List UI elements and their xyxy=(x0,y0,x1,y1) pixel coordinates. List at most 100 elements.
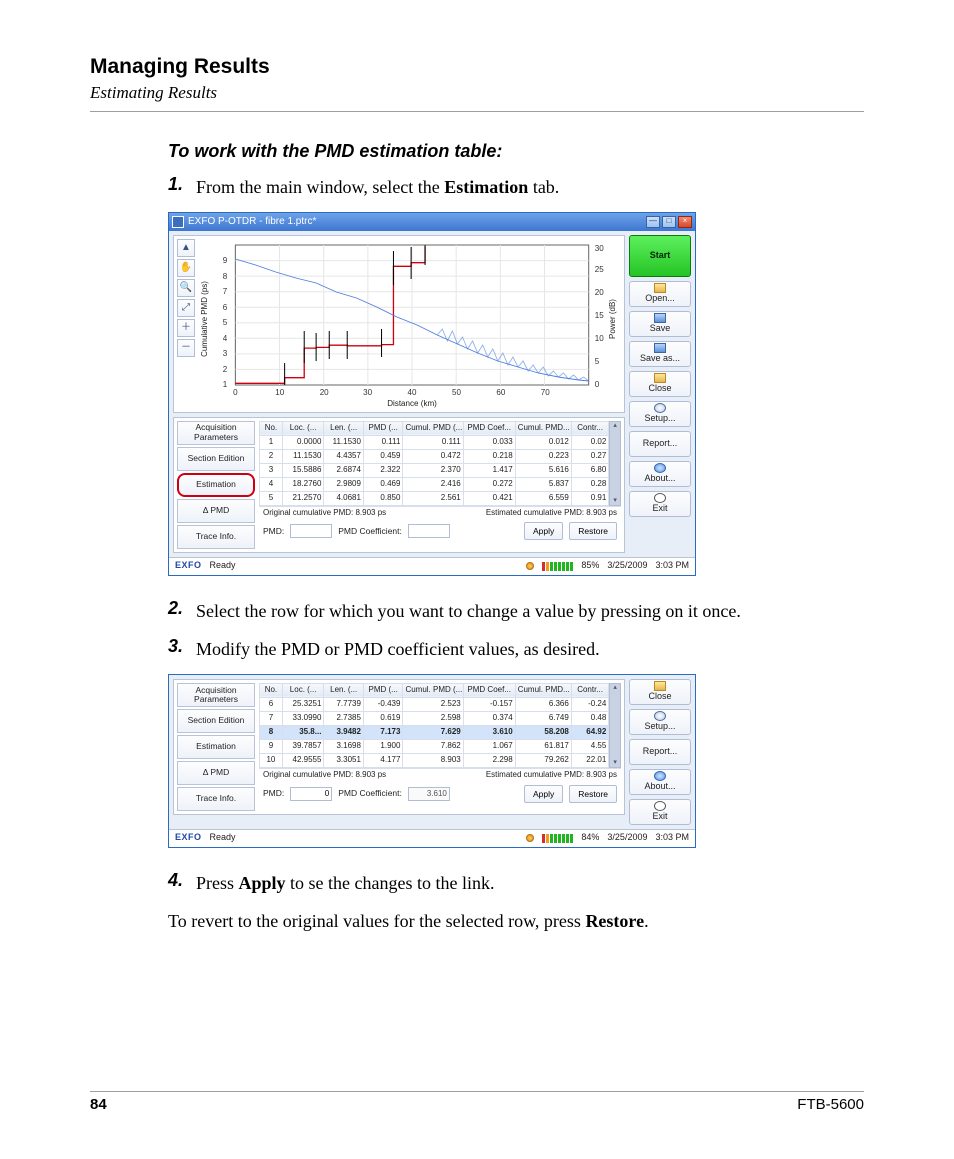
about-button[interactable]: About... xyxy=(629,461,691,487)
page-number: 84 xyxy=(90,1096,107,1113)
step-number: 4. xyxy=(168,870,196,896)
step-number: 3. xyxy=(168,636,196,662)
table-scrollbar[interactable]: ▴▾ xyxy=(609,421,621,506)
table-row[interactable]: 625.32517.7739-0.4392.523-0.1576.366-0.2… xyxy=(260,697,609,711)
disk-icon xyxy=(654,343,666,353)
hand-tool-icon[interactable]: ✋ xyxy=(177,259,195,277)
setup-button[interactable]: Setup... xyxy=(629,401,691,427)
pointer-tool-icon[interactable]: ▲ xyxy=(177,239,195,257)
table-row[interactable]: 10.000011.15300.1110.1110.0330.0120.02 xyxy=(260,435,609,449)
table-row[interactable]: 211.15304.43570.4590.4720.2180.2230.27 xyxy=(260,449,609,463)
tab-estimation[interactable]: Estimation xyxy=(177,735,255,759)
chart-pane: ▲ ✋ 🔍 ⤢ ＋ － xyxy=(173,235,625,413)
report-button[interactable]: Report... xyxy=(629,431,691,457)
restore-button[interactable]: Restore xyxy=(569,522,617,540)
network-icon xyxy=(526,562,534,570)
table-row[interactable]: 733.09902.73850.6192.5980.3746.7490.48 xyxy=(260,711,609,725)
step-number: 2. xyxy=(168,598,196,624)
pmd-input[interactable] xyxy=(290,524,332,538)
tab-section-edition[interactable]: Section Edition xyxy=(177,447,255,471)
status-date: 3/25/2009 xyxy=(607,833,647,843)
gear-icon xyxy=(654,403,666,413)
table-row[interactable]: 835.8...3.94827.1737.6293.61058.20864.92 xyxy=(260,725,609,739)
pmd-coef-input[interactable] xyxy=(408,787,450,801)
estimation-table[interactable]: No.Loc. (...Len. (...PMD (... Cumul. PMD… xyxy=(259,683,609,768)
svg-text:10: 10 xyxy=(595,334,605,343)
status-text: Ready xyxy=(210,561,236,571)
table-row[interactable]: 418.27602.98090.4692.4160.2725.8370.28 xyxy=(260,477,609,491)
status-bar: EXFO Ready 84% 3/25/2009 3:03 PM xyxy=(169,829,695,847)
tab-section-edition[interactable]: Section Edition xyxy=(177,709,255,733)
svg-text:70: 70 xyxy=(541,388,551,397)
disk-icon xyxy=(654,313,666,323)
svg-text:0: 0 xyxy=(233,388,238,397)
restore-button[interactable]: Restore xyxy=(569,785,617,803)
status-time: 3:03 PM xyxy=(655,561,689,571)
report-button[interactable]: Report... xyxy=(629,739,691,765)
about-button[interactable]: About... xyxy=(629,769,691,795)
table-row[interactable]: 939.78573.16981.9007.8621.06761.8174.55 xyxy=(260,739,609,753)
table-header-row: No.Loc. (...Len. (...PMD (... Cumul. PMD… xyxy=(260,683,609,697)
open-button[interactable]: Open... xyxy=(629,281,691,307)
tool-strip: ▲ ✋ 🔍 ⤢ ＋ － xyxy=(177,239,195,409)
tab-trace-info[interactable]: Trace Info. xyxy=(177,787,255,811)
save-as-button[interactable]: Save as... xyxy=(629,341,691,367)
table-row[interactable]: 315.58862.68742.3222.3701.4175.6166.80 xyxy=(260,463,609,477)
apply-button[interactable]: Apply xyxy=(524,785,563,803)
zoom-out-tool-icon[interactable]: － xyxy=(177,339,195,357)
svg-text:4: 4 xyxy=(223,334,228,343)
step-1-text: From the main window, select the Estimat… xyxy=(196,174,864,200)
battery-percent: 85% xyxy=(581,561,599,571)
chapter-title: Managing Results xyxy=(90,54,864,79)
close-file-button[interactable]: Close xyxy=(629,679,691,705)
tab-delta-pmd[interactable]: Δ PMD xyxy=(177,761,255,785)
pmd-coef-label: PMD Coefficient: xyxy=(338,789,402,798)
header-rule xyxy=(90,111,864,112)
svg-text:0: 0 xyxy=(595,380,600,389)
exit-button[interactable]: Exit xyxy=(629,799,691,825)
close-button[interactable]: × xyxy=(678,216,692,228)
close-file-button[interactable]: Close xyxy=(629,371,691,397)
estimation-table[interactable]: No.Loc. (...Len. (...PMD (... Cumul. PMD… xyxy=(259,421,609,506)
save-button[interactable]: Save xyxy=(629,311,691,337)
start-button[interactable]: Start xyxy=(629,235,691,277)
task-heading: To work with the PMD estimation table: xyxy=(168,140,864,163)
tab-acquisition-parameters[interactable]: Acquisition Parameters xyxy=(177,683,255,707)
pmd-input[interactable] xyxy=(290,787,332,801)
zoom-fit-tool-icon[interactable]: ⤢ xyxy=(177,299,195,317)
y-left-axis-label: Cumulative PMD (ps) xyxy=(200,280,209,356)
info-icon xyxy=(654,463,666,473)
exit-button[interactable]: Exit xyxy=(629,491,691,517)
screenshot-2: Acquisition Parameters Section Edition E… xyxy=(168,674,696,848)
battery-icon xyxy=(542,562,573,571)
apply-button[interactable]: Apply xyxy=(524,522,563,540)
svg-text:3: 3 xyxy=(223,349,228,358)
setup-button[interactable]: Setup... xyxy=(629,709,691,735)
table-row[interactable]: 521.25704.06810.8502.5610.4216.5590.91 xyxy=(260,491,609,505)
original-cumulative-pmd: Original cumulative PMD: 8.903 ps xyxy=(263,771,386,780)
svg-text:20: 20 xyxy=(320,388,330,397)
tab-acquisition-parameters[interactable]: Acquisition Parameters xyxy=(177,421,255,445)
maximize-button[interactable]: □ xyxy=(662,216,676,228)
tab-delta-pmd[interactable]: Δ PMD xyxy=(177,499,255,523)
zoom-in-tool-icon[interactable]: ＋ xyxy=(177,319,195,337)
tab-estimation[interactable]: Estimation xyxy=(177,473,255,497)
zoom-tool-icon[interactable]: 🔍 xyxy=(177,279,195,297)
svg-text:50: 50 xyxy=(452,388,462,397)
table-scrollbar[interactable]: ▴▾ xyxy=(609,683,621,768)
app-icon xyxy=(172,216,184,228)
pmd-coef-input[interactable] xyxy=(408,524,450,538)
svg-text:1: 1 xyxy=(223,380,228,389)
table-header-row: No.Loc. (...Len. (...PMD (... Cumul. PMD… xyxy=(260,421,609,435)
tab-trace-info[interactable]: Trace Info. xyxy=(177,525,255,549)
pmd-coef-label: PMD Coefficient: xyxy=(338,527,402,536)
folder-icon xyxy=(654,681,666,691)
svg-text:15: 15 xyxy=(595,311,605,320)
svg-text:9: 9 xyxy=(223,256,228,265)
original-cumulative-pmd: Original cumulative PMD: 8.903 ps xyxy=(263,509,386,518)
status-bar: EXFO Ready 85% 3/25/2009 3:03 PM xyxy=(169,557,695,575)
svg-text:10: 10 xyxy=(275,388,285,397)
table-row[interactable]: 1042.95553.30514.1778.9032.29879.26222.0… xyxy=(260,753,609,767)
minimize-button[interactable]: — xyxy=(646,216,660,228)
brand-label: EXFO xyxy=(175,833,202,843)
